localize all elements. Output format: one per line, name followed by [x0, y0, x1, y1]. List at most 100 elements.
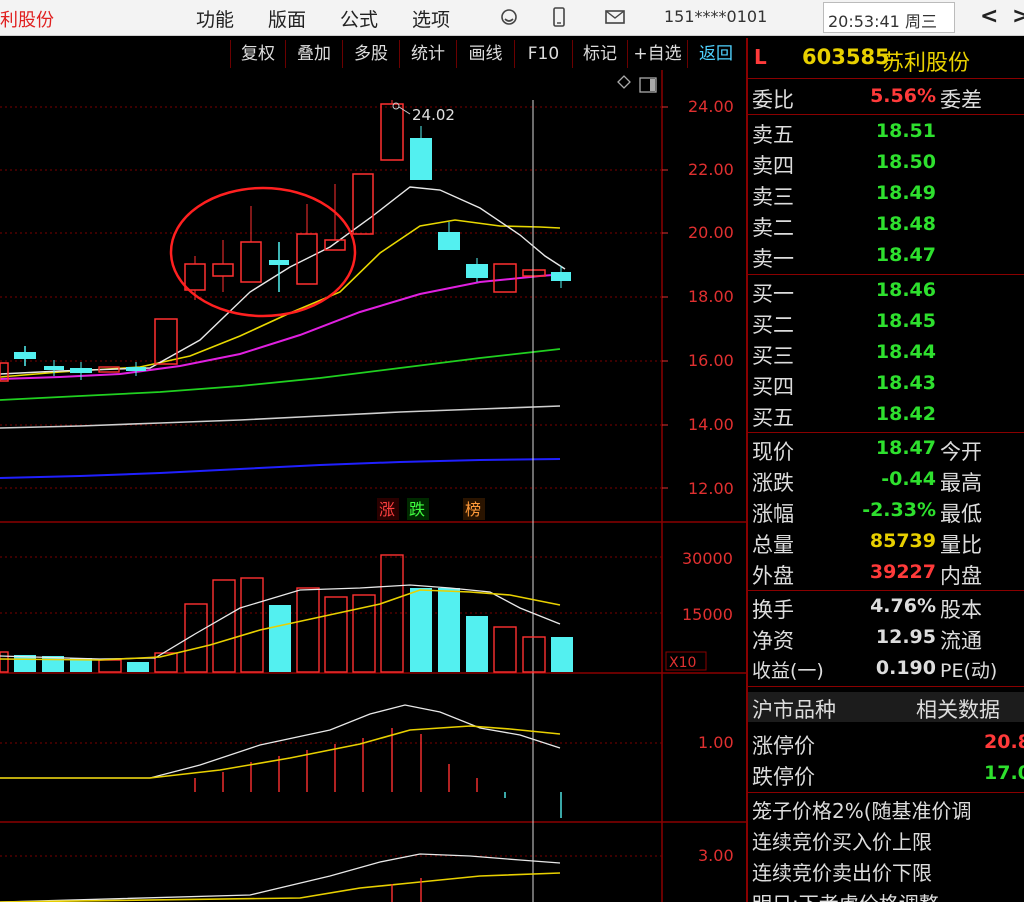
phone-icon[interactable] — [548, 6, 570, 28]
menu-function[interactable]: 功能 — [196, 5, 234, 32]
bottom-partial-text: 明日:下者虚价格调整 — [752, 888, 939, 902]
f10-button[interactable]: F10 — [514, 40, 572, 68]
indicator1-bars — [194, 728, 478, 792]
bid-price[interactable]: 18.44 — [876, 341, 936, 363]
return-button[interactable]: 返回 — [687, 40, 744, 68]
weicha-label: 委差 — [940, 88, 982, 112]
stat-label: 收益(一) — [752, 660, 824, 682]
ask-row: 卖二 18.48 — [748, 210, 1024, 240]
highlight-ellipse — [169, 186, 357, 318]
rank-tag[interactable]: 榜 — [465, 500, 481, 519]
ask-label: 卖二 — [752, 216, 794, 240]
bid-price[interactable]: 18.46 — [876, 279, 936, 301]
price-tick-label: 16.00 — [688, 351, 734, 370]
stat-label: 流通 — [940, 629, 982, 653]
nav-back-button[interactable]: < — [980, 4, 998, 29]
account-id[interactable]: 151****0101 — [664, 7, 767, 26]
price-tick-label: 24.00 — [688, 97, 734, 116]
restore-rights-button[interactable]: 复权 — [230, 40, 285, 68]
ma-white — [0, 186, 566, 375]
continuous-sell-row: 连续竞价卖出价下限 — [748, 855, 1024, 885]
bid-price[interactable]: 18.43 — [876, 372, 936, 394]
limit-down-row: 跌停价 17.0 — [748, 759, 1024, 789]
ask-row: 卖一 18.47 — [748, 241, 1024, 271]
mark-button[interactable]: 标记 — [572, 40, 627, 68]
bid-row: 买一 18.46 — [748, 276, 1024, 306]
kline-chart[interactable]: 24.02 24.00 22.00 20.00 18.00 16.00 14.0… — [0, 70, 746, 902]
bid-label: 买三 — [752, 344, 794, 368]
price-tick-label: 12.00 — [688, 479, 734, 498]
price-tick-label: 18.00 — [688, 287, 734, 306]
ask-price[interactable]: 18.48 — [876, 213, 936, 235]
net-assets: 12.95 — [875, 626, 936, 648]
stock-code: 603585 — [802, 45, 890, 69]
stat-row: 总量 85739 量比 — [748, 527, 1024, 557]
price-tick-label: 22.00 — [688, 160, 734, 179]
ask-price[interactable]: 18.51 — [876, 120, 936, 142]
statistics-button[interactable]: 统计 — [399, 40, 456, 68]
ask-price[interactable]: 18.50 — [876, 151, 936, 173]
stat-row: 现价 18.47 今开 — [748, 434, 1024, 464]
ask-label: 卖一 — [752, 247, 794, 271]
stat-row: 换手 4.76% 股本 — [748, 592, 1024, 622]
menu-options[interactable]: 选项 — [412, 5, 450, 32]
ask-row: 卖三 18.49 — [748, 179, 1024, 209]
title-bar: 利股份 功能 版面 公式 选项 151****0101 20:53:41 周三 … — [0, 0, 1024, 36]
limit-up-row: 涨停价 20.8 — [748, 728, 1024, 758]
stat-label: 换手 — [752, 598, 794, 622]
nav-forward-button[interactable]: > — [1012, 4, 1024, 29]
stat-label: 现价 — [752, 440, 794, 464]
stat-row: 外盘 39227 内盘 — [748, 558, 1024, 588]
stat-label: 最低 — [940, 502, 982, 526]
bid-label: 买二 — [752, 313, 794, 337]
draw-line-button[interactable]: 画线 — [456, 40, 514, 68]
stat-label: 总量 — [752, 533, 794, 557]
quote-panel: L 603585 苏利股份 委比 5.56% 委差 卖五 18.51 卖四 18… — [746, 38, 1024, 902]
limit-down-value: 17.0 — [984, 762, 1024, 784]
bid-row: 买二 18.45 — [748, 307, 1024, 337]
service-icon[interactable] — [498, 6, 520, 28]
bid-row: 买四 18.43 — [748, 369, 1024, 399]
fall-tag[interactable]: 跌 — [409, 500, 425, 519]
menu-layout[interactable]: 版面 — [268, 5, 306, 32]
stock-name: 苏利股份 — [882, 51, 971, 76]
bid-row: 买五 18.42 — [748, 400, 1024, 430]
bid-price[interactable]: 18.42 — [876, 403, 936, 425]
peak-label: 24.02 — [412, 106, 455, 124]
bid-row: 买三 18.44 — [748, 338, 1024, 368]
volume-multiplier: X10 — [669, 655, 696, 671]
message-icon[interactable] — [604, 6, 626, 28]
current-price: 18.47 — [875, 437, 936, 459]
ma-blue — [0, 458, 561, 479]
menu-formula[interactable]: 公式 — [340, 5, 378, 32]
bid-price[interactable]: 18.45 — [876, 310, 936, 332]
total-volume: 85739 — [869, 530, 936, 552]
bottom-partial-row: 明日:下者虚价格调整 — [748, 886, 1024, 902]
limit-down-label: 跌停价 — [752, 765, 815, 789]
tab-related[interactable]: 相关数据 — [916, 694, 1000, 724]
overlay-button[interactable]: 叠加 — [285, 40, 342, 68]
price-gridlines — [0, 106, 662, 857]
stock-header: L 603585 苏利股份 — [748, 42, 1024, 76]
volume-tick-label: 15000 — [682, 605, 733, 624]
market-tabs: 沪市品种 相关数据 — [748, 692, 1024, 722]
rise-tag[interactable]: 涨 — [379, 500, 395, 519]
tab-market[interactable]: 沪市品种 — [752, 694, 836, 724]
ask-price[interactable]: 18.47 — [876, 244, 936, 266]
continuous-buy-row: 连续竞价买入价上限 — [748, 824, 1024, 854]
ask-label: 卖四 — [752, 154, 794, 178]
indicator2-tick-label: 3.00 — [698, 846, 734, 865]
ma-magenta — [0, 273, 566, 380]
add-watchlist-button[interactable]: +自选 — [627, 40, 687, 68]
diamond-icon[interactable] — [617, 75, 631, 89]
stat-row: 净资 12.95 流通 — [748, 623, 1024, 653]
multi-stock-button[interactable]: 多股 — [342, 40, 399, 68]
stat-label: 最高 — [940, 471, 982, 495]
ask-price[interactable]: 18.49 — [876, 182, 936, 204]
ask-label: 卖三 — [752, 185, 794, 209]
chart-toolbar: 复权 叠加 多股 统计 画线 F10 标记 +自选 返回 — [0, 38, 746, 70]
stat-row: 涨幅 -2.33% 最低 — [748, 496, 1024, 526]
bid-label: 买四 — [752, 375, 794, 399]
continuous-sell-text: 连续竞价卖出价下限 — [752, 861, 932, 885]
stat-row: 涨跌 -0.44 最高 — [748, 465, 1024, 495]
